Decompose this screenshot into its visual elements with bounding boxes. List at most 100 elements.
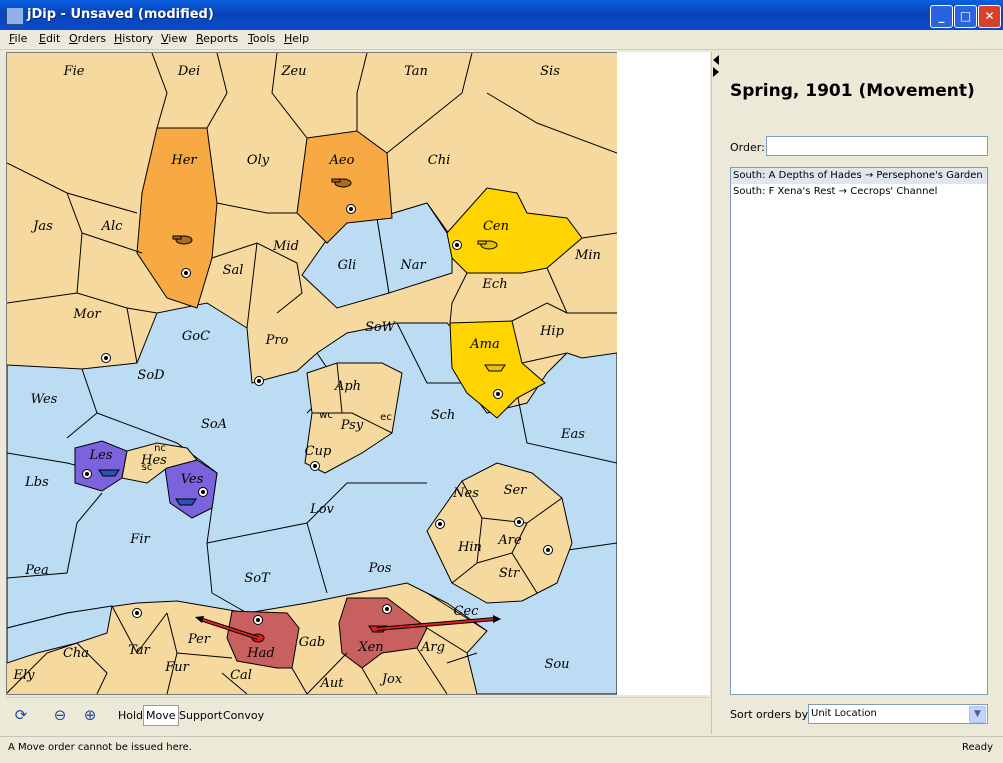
phase-title: Spring, 1901 (Movement) bbox=[730, 81, 975, 101]
sort-label: Sort orders by: bbox=[730, 708, 812, 721]
province-label-jox: Jox bbox=[379, 672, 403, 687]
province-label-cal: Cal bbox=[230, 668, 252, 683]
province-label-xen: Xen bbox=[357, 640, 383, 655]
convoy-mode-button[interactable]: Convoy bbox=[223, 709, 264, 722]
province-label-aeo: Aeo bbox=[329, 153, 355, 168]
province-label-soa: SoA bbox=[201, 417, 227, 432]
maximize-button[interactable]: □ bbox=[954, 5, 977, 28]
province-label-arg: Arg bbox=[420, 640, 445, 655]
menu-orders[interactable]: Orders bbox=[69, 32, 106, 45]
supply-center-icon bbox=[310, 461, 320, 471]
province-label-mor: Mor bbox=[72, 307, 101, 322]
title-bar: jDip - Unsaved (modified) _ □ ✕ bbox=[0, 0, 1003, 30]
supply-center-icon bbox=[101, 353, 111, 363]
coast-label-sc: sc bbox=[142, 462, 153, 473]
province-label-nar: Nar bbox=[399, 258, 426, 273]
menu-bar: File Edit Orders History View Reports To… bbox=[0, 30, 1003, 50]
province-label-alc: Alc bbox=[101, 219, 124, 234]
menu-view[interactable]: View bbox=[161, 32, 187, 45]
menu-reports[interactable]: Reports bbox=[196, 32, 238, 45]
supply-center-icon bbox=[198, 487, 208, 497]
province-label-hip: Hip bbox=[539, 324, 564, 339]
province-label-sou: Sou bbox=[544, 657, 569, 672]
supply-center-icon bbox=[254, 376, 264, 386]
map-view[interactable]: Fie Dei Zeu Tan Sis Her Oly Aeo Chi Jas Alc Mid Sal C… bbox=[6, 52, 618, 695]
supply-center-icon bbox=[382, 604, 392, 614]
province-label-pos: Pos bbox=[368, 561, 392, 576]
jdip-app-icon bbox=[6, 7, 24, 25]
province-label-nes: Nes bbox=[452, 486, 479, 501]
chevron-down-icon[interactable]: ▼ bbox=[969, 706, 986, 723]
province-label-tan: Tan bbox=[404, 64, 428, 79]
province-label-les: Les bbox=[89, 448, 113, 463]
menu-file[interactable]: File bbox=[9, 32, 27, 45]
province-label-fir: Fir bbox=[129, 532, 150, 547]
province-label-had: Had bbox=[246, 646, 274, 661]
collapse-right-arrow-icon[interactable] bbox=[713, 67, 719, 77]
province-label-cec: Cec bbox=[454, 604, 480, 619]
province-label-sis: Sis bbox=[540, 64, 560, 79]
province-label-pea: Pea bbox=[24, 563, 49, 578]
province-label-hin: Hin bbox=[457, 540, 482, 555]
province-label-ech: Ech bbox=[481, 277, 507, 292]
province-label-sot: SoT bbox=[244, 571, 271, 586]
zoom-out-icon[interactable]: ⊖ bbox=[49, 704, 71, 726]
fleet-unit-les[interactable] bbox=[98, 469, 120, 477]
province-label-jas: Jas bbox=[30, 219, 53, 234]
province-label-ves: Ves bbox=[181, 472, 204, 487]
minimize-button[interactable]: _ bbox=[930, 5, 953, 28]
coast-label-wc: wc bbox=[319, 410, 333, 421]
support-mode-button[interactable]: Support bbox=[179, 709, 222, 722]
menu-history[interactable]: History bbox=[114, 32, 153, 45]
province-label-lbs: Lbs bbox=[24, 475, 49, 490]
province-label-min: Min bbox=[574, 248, 601, 263]
menu-tools[interactable]: Tools bbox=[248, 32, 275, 45]
map-toolbar: ⟳ ⊖ ⊕ Hold Move Support Convoy bbox=[6, 697, 709, 734]
supply-center-icon bbox=[253, 615, 263, 625]
province-label-sch: Sch bbox=[431, 408, 456, 423]
province-label-cha: Cha bbox=[63, 646, 89, 661]
province-label-str: Str bbox=[499, 566, 520, 581]
order-input[interactable] bbox=[766, 136, 988, 156]
sort-select-value: Unit Location bbox=[811, 708, 877, 719]
province-label-per: Per bbox=[187, 632, 211, 647]
zoom-in-icon[interactable]: ⊕ bbox=[79, 704, 101, 726]
order-list[interactable]: South: A Depths of Hades → Persephone's … bbox=[730, 167, 988, 695]
province-label-fur: Fur bbox=[164, 660, 189, 675]
close-button[interactable]: ✕ bbox=[978, 5, 1001, 28]
province-label-ely: Ely bbox=[13, 668, 36, 683]
order-panel: Spring, 1901 (Movement) Order: South: A … bbox=[720, 52, 1003, 734]
diplomacy-map[interactable]: Fie Dei Zeu Tan Sis Her Oly Aeo Chi Jas Alc Mid Sal C… bbox=[7, 53, 617, 694]
supply-center-icon bbox=[82, 469, 92, 479]
move-mode-button[interactable]: Move bbox=[143, 705, 179, 726]
province-label-ser: Ser bbox=[504, 483, 528, 498]
province-label-pro: Pro bbox=[265, 333, 289, 348]
sort-orders-select[interactable]: Unit Location ▼ bbox=[808, 704, 988, 724]
supply-center-icon bbox=[514, 517, 524, 527]
menu-help[interactable]: Help bbox=[284, 32, 309, 45]
province-label-oly: Oly bbox=[247, 153, 270, 168]
province-label-ama: Ama bbox=[469, 337, 499, 352]
menu-edit[interactable]: Edit bbox=[39, 32, 60, 45]
province-label-her: Her bbox=[170, 153, 197, 168]
status-ready: Ready bbox=[961, 742, 993, 753]
province-label-aph: Aph bbox=[334, 379, 361, 394]
province-label-mid: Mid bbox=[272, 239, 299, 254]
supply-center-icon bbox=[452, 240, 462, 250]
status-bar: A Move order cannot be issued here. Read… bbox=[0, 736, 1003, 759]
fleet-unit-ves[interactable] bbox=[175, 498, 197, 506]
hold-mode-button[interactable]: Hold bbox=[118, 709, 143, 722]
order-item[interactable]: South: F Xena's Rest → Cecrops' Channel bbox=[731, 184, 987, 200]
province-label-goc: GoC bbox=[182, 329, 210, 344]
province-label-chi: Chi bbox=[428, 153, 450, 168]
order-label: Order: bbox=[730, 141, 765, 154]
province-label-aut: Aut bbox=[320, 676, 345, 691]
province-label-sow: SoW bbox=[365, 320, 397, 335]
refresh-icon[interactable]: ⟳ bbox=[10, 704, 32, 726]
supply-center-icon bbox=[181, 268, 191, 278]
collapse-left-arrow-icon[interactable] bbox=[713, 55, 719, 65]
province-label-gab: Gab bbox=[299, 635, 325, 650]
fleet-unit-ama[interactable] bbox=[484, 364, 506, 372]
order-item[interactable]: South: A Depths of Hades → Persephone's … bbox=[731, 168, 987, 184]
province-label-psy: Psy bbox=[340, 418, 364, 433]
